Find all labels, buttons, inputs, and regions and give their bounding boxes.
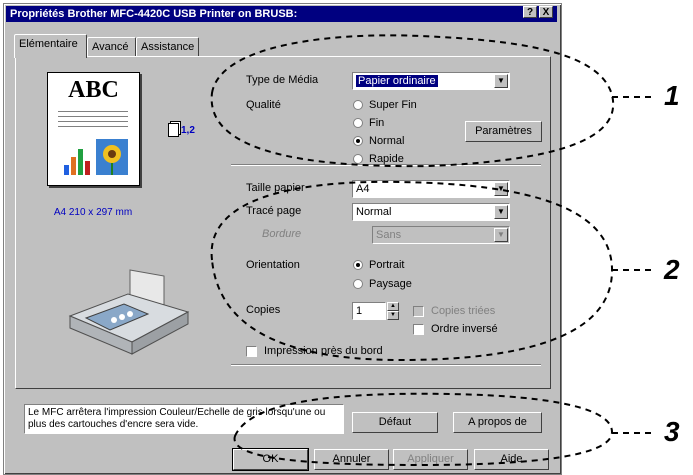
callout-number-3: 3 (664, 416, 680, 447)
tab-elementaire[interactable]: Elémentaire (14, 34, 87, 58)
callout-number-1: 1 (664, 80, 680, 111)
callout-ellipse-3 (233, 392, 614, 467)
callout-ellipse-1 (210, 34, 615, 168)
callout-outlines (210, 34, 655, 467)
callout-number-2: 2 (664, 254, 680, 285)
callout-ellipse-2 (210, 180, 614, 362)
